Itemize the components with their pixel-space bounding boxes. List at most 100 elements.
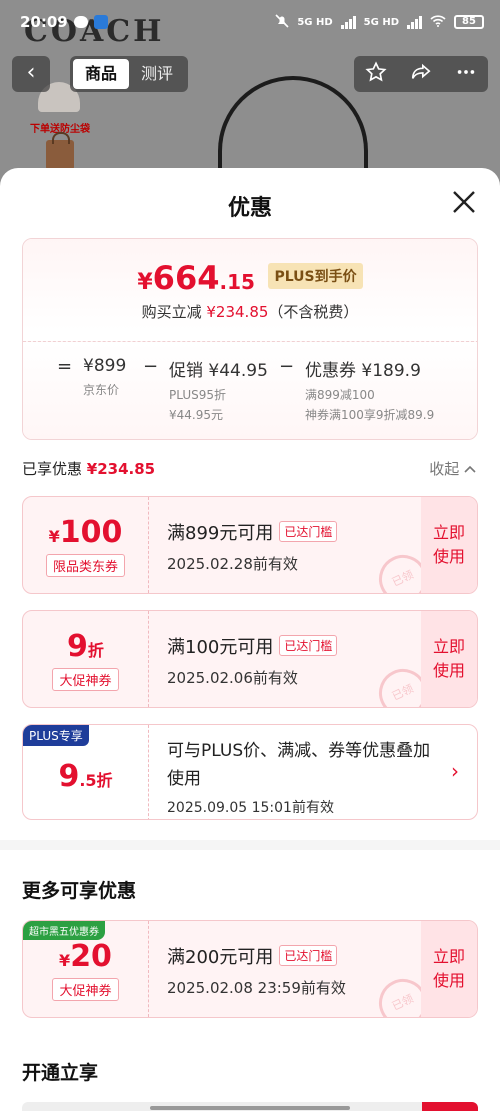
battery-icon: 85 (454, 15, 484, 29)
use-now-button[interactable]: 立即使用 (421, 497, 477, 593)
home-indicator (150, 1106, 350, 1110)
promo-detail: PLUS95折 ¥44.95元 (169, 385, 268, 425)
chat-notification-icon (73, 16, 88, 28)
nav-actions (354, 56, 488, 92)
savings-suffix: （不含税费） (268, 303, 359, 321)
jd-price-label: 京东价 (83, 383, 120, 397)
plus-coupon-card[interactable]: PLUS专享 9.5折 可与PLUS价、满减、券等优惠叠加使用 2025.09.… (22, 724, 478, 820)
coupon-value: 超市黑五优惠券 ¥20 大促神券 (23, 921, 149, 1017)
coupon-value: ¥100 限品类东券 (23, 497, 149, 593)
coupon-amount: 20 (70, 939, 112, 974)
coupon-condition: 满200元可用 (167, 947, 274, 968)
coupon-validity: 2025.02.28前有效 (167, 555, 298, 573)
coupon-info: 满899元可用 已达门槛 2025.02.28前有效 (167, 519, 338, 574)
use-now-button[interactable]: 立即使用 (421, 611, 477, 707)
coupon-value: 9折 大促神券 (23, 611, 149, 707)
plus-discount-decimal: .5 (79, 771, 97, 790)
coupon-type: 大促神券 (52, 978, 119, 1001)
signal-1-label: 5G HD (297, 16, 333, 28)
share-icon[interactable] (410, 61, 432, 88)
promo-column: 促销 ¥44.95 PLUS95折 ¥44.95元 (169, 356, 268, 425)
more-discounts-title: 更多可享优惠 (22, 880, 137, 902)
back-button[interactable]: ‹ (12, 56, 50, 92)
use-now-label: 立即使用 (432, 523, 465, 566)
product-tabs: 商品 测评 (70, 56, 188, 92)
gift-bag-image (46, 132, 74, 170)
section-divider (0, 840, 500, 850)
status-bar: 20:09 5G HD 5G HD 85 (0, 0, 500, 44)
plus-discount-unit: 折 (96, 771, 113, 790)
promo-amount: 促销 ¥44.95 (169, 361, 268, 381)
wifi-icon (430, 14, 446, 30)
tab-review[interactable]: 测评 (129, 59, 185, 89)
collapse-button[interactable]: 收起 (429, 458, 476, 479)
signal-bars-icon (407, 15, 422, 29)
coupon-info: 满100元可用 已达门槛 2025.02.06前有效 (167, 633, 338, 688)
supermarket-badge: 超市黑五优惠券 (23, 921, 105, 940)
coupon-detail-2: 神券满100享9折减89.9 (305, 408, 435, 422)
tab-product[interactable]: 商品 (73, 59, 129, 89)
product-nav-bar: ‹ 商品 测评 (0, 56, 500, 92)
coupon-amount: 9 (67, 629, 88, 664)
mute-icon (275, 13, 289, 31)
coupon-card: 超市黑五优惠券 ¥20 大促神券 满200元可用 已达门槛 2025.02.08 … (22, 920, 478, 1018)
use-now-button[interactable]: 立即使用 (421, 921, 477, 1017)
coupon-unit: 折 (87, 641, 104, 660)
minus-sign: − (143, 356, 159, 377)
equals-sign: = (57, 356, 73, 377)
promo-detail-2: ¥44.95元 (169, 408, 223, 422)
coupon-column: 优惠券 ¥189.9 满899减100 神券满100享9折减89.9 (305, 356, 434, 425)
jd-price-column: ¥899 京东价 (83, 356, 126, 400)
savings-amount: ¥234.85 (206, 303, 269, 321)
promo-detail-1: PLUS95折 (169, 388, 226, 402)
plus-coupon-value: PLUS专享 9.5折 (23, 725, 149, 819)
use-now-label: 立即使用 (432, 947, 465, 990)
coupon-amount: 优惠券 ¥189.9 (305, 361, 421, 381)
threshold-tag: 已达门槛 (279, 521, 338, 542)
threshold-tag: 已达门槛 (279, 945, 338, 966)
use-now-label: 立即使用 (432, 637, 465, 680)
final-price-decimal: .15 (219, 270, 255, 294)
coupon-card: 9折 大促神券 满100元可用 已达门槛 2025.02.06前有效 已领 立即使… (22, 610, 478, 708)
app-notification-icon (93, 15, 108, 29)
enjoyed-discount: 已享优惠 ¥234.85 (22, 458, 155, 479)
favorite-star-icon[interactable] (365, 60, 387, 88)
status-time: 20:09 (20, 13, 68, 31)
coupon-info: 满200元可用 已达门槛 2025.02.08 23:59前有效 (167, 943, 346, 998)
more-icon[interactable] (455, 61, 477, 88)
open-membership-title: 开通立享 (22, 1062, 99, 1084)
coupon-card: ¥100 限品类东券 满899元可用 已达门槛 2025.02.28前有效 已领 … (22, 496, 478, 594)
coupon-currency: ¥ (48, 527, 60, 546)
coupon-detail-1: 满899减100 (305, 388, 375, 402)
enjoyed-amount: ¥234.85 (86, 460, 156, 478)
savings-line: 购买立减 ¥234.85（不含税费） (23, 301, 477, 322)
plus-discount-amount: 9 (58, 759, 80, 794)
plus-description: 可与PLUS价、满减、券等优惠叠加使用 (167, 741, 431, 789)
collapse-label: 收起 (429, 460, 460, 478)
chevron-right-icon: › (451, 759, 459, 783)
enjoyed-label: 已享优惠 (22, 460, 83, 478)
discount-sheet: 优惠 ¥664.15 PLUS到手价 购买立减 ¥234.85（不含税费） = … (0, 168, 500, 1111)
plus-price-badge: PLUS到手价 (268, 263, 363, 289)
final-price-currency: ¥ (137, 270, 153, 295)
plus-validity: 2025.09.05 15:01前有效 (167, 800, 334, 816)
close-button[interactable] (450, 188, 478, 216)
price-summary-card: ¥664.15 PLUS到手价 购买立减 ¥234.85（不含税费） = ¥89… (22, 238, 478, 440)
coupon-condition: 满100元可用 (167, 637, 274, 658)
jd-price: ¥899 (83, 356, 127, 376)
chevron-up-icon (464, 465, 476, 473)
minus-sign: − (279, 356, 295, 377)
plus-coupon-info: 可与PLUS价、满减、券等优惠叠加使用 2025.09.05 15:01前有效 (167, 737, 437, 817)
plus-exclusive-badge: PLUS专享 (23, 725, 89, 746)
close-icon (453, 191, 475, 213)
threshold-tag: 已达门槛 (279, 635, 338, 656)
coupon-type: 限品类东券 (45, 554, 125, 577)
price-breakdown: = ¥899 京东价 − 促销 ¥44.95 PLUS95折 ¥44.95元 −… (23, 341, 477, 439)
coupon-condition: 满899元可用 (167, 523, 274, 544)
sheet-title: 优惠 (227, 196, 272, 221)
savings-prefix: 购买立减 (141, 303, 202, 321)
final-price-integer: 664 (152, 259, 220, 297)
coupon-validity: 2025.02.08 23:59前有效 (167, 979, 346, 997)
final-price-section: ¥664.15 PLUS到手价 购买立减 ¥234.85（不含税费） (23, 239, 477, 341)
final-price: ¥664.15 PLUS到手价 (23, 239, 477, 297)
